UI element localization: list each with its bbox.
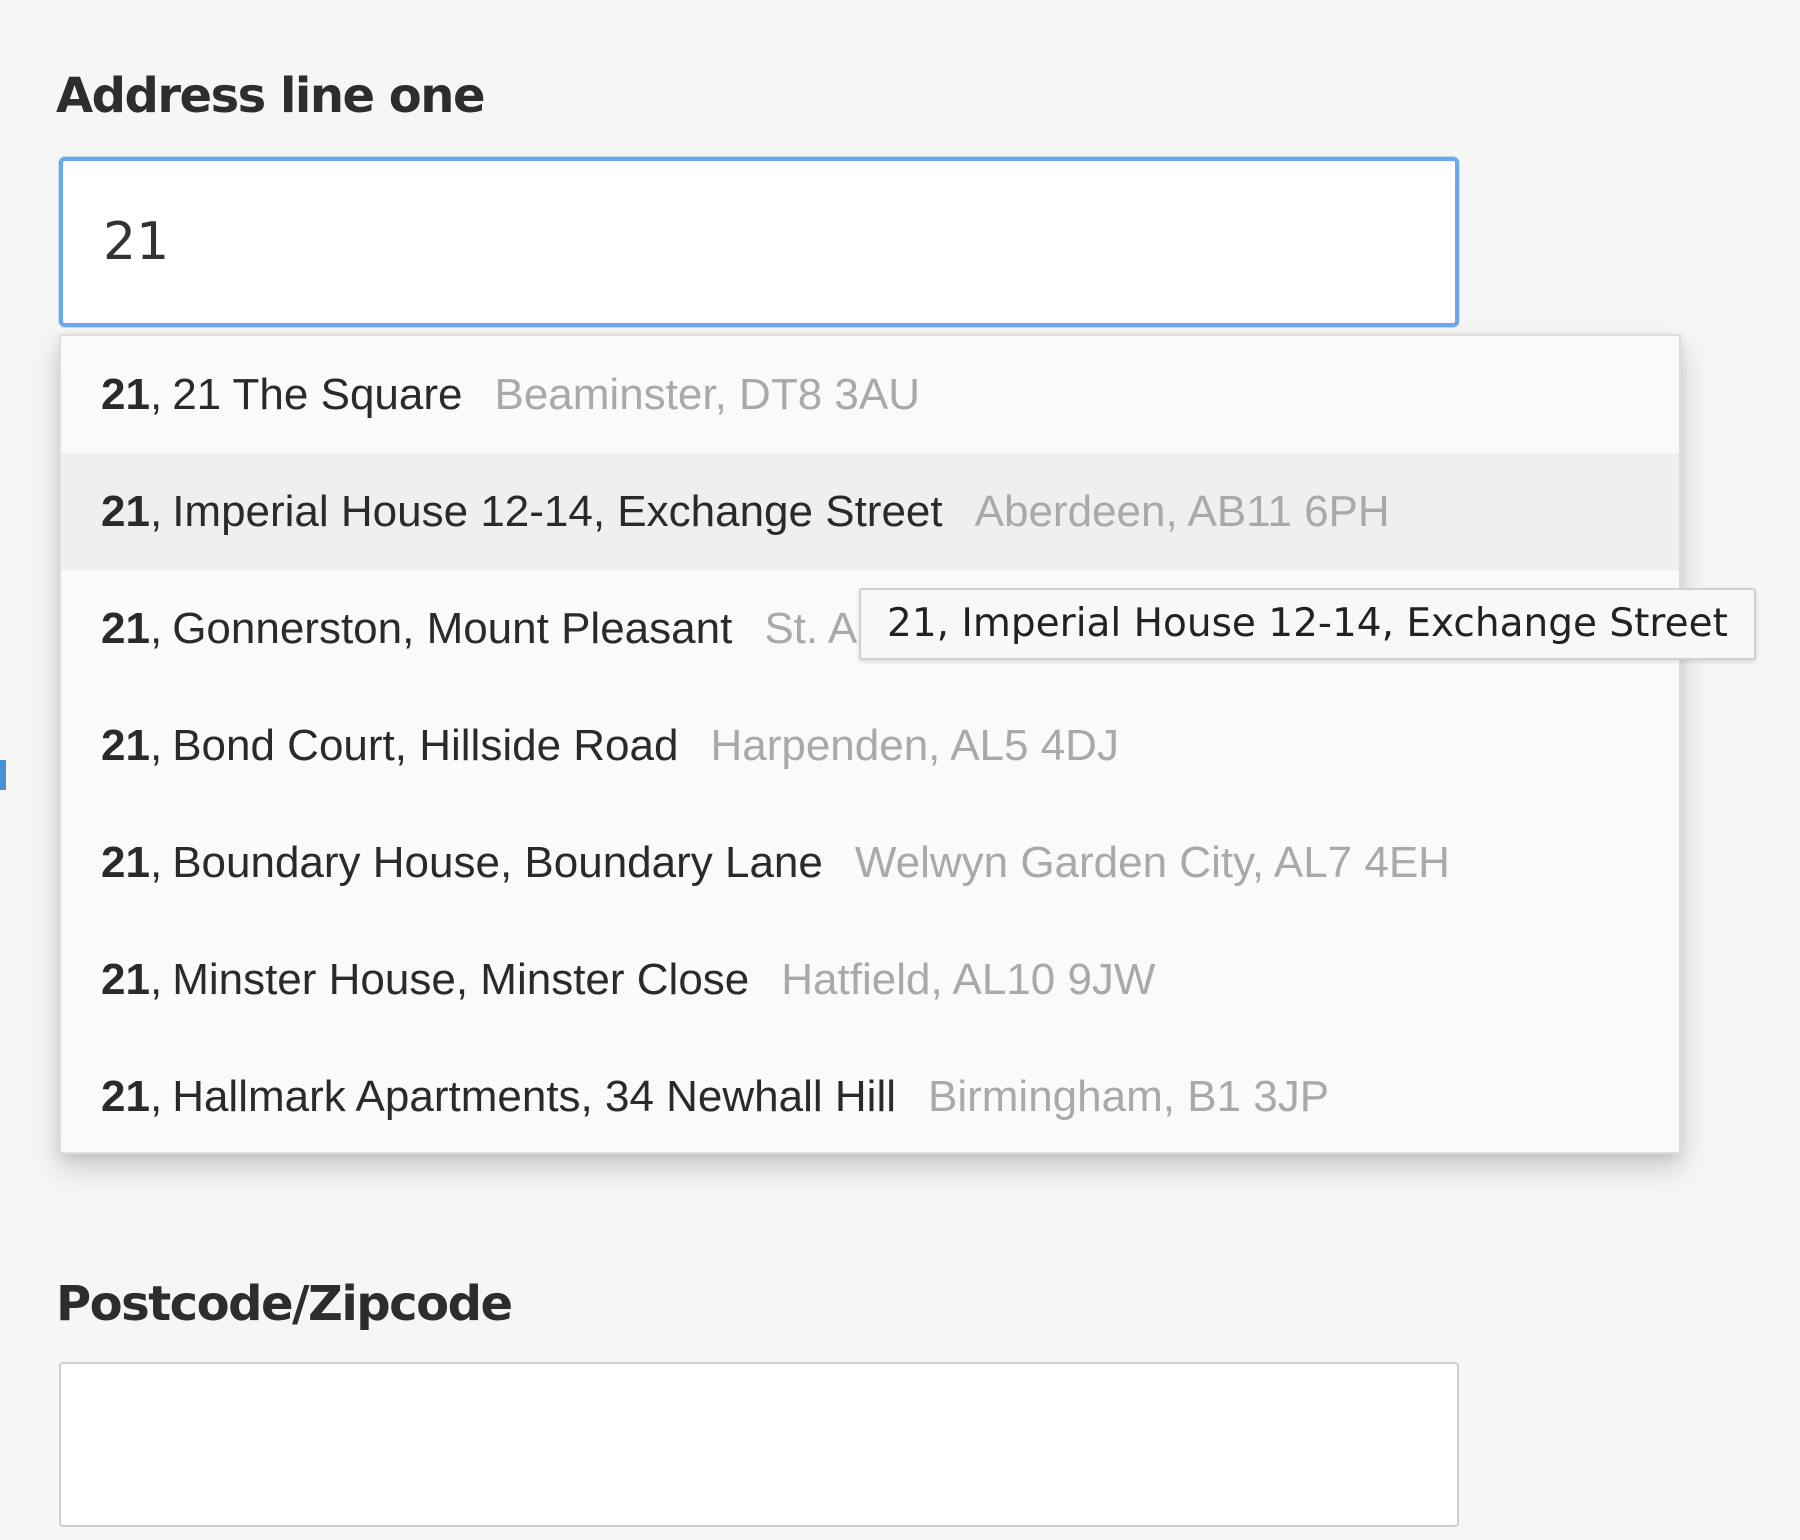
suggestion-locality: Beaminster, DT8 3AU (494, 369, 920, 419)
address-line-one-label: Address line one (56, 68, 486, 124)
address-suggestions-dropdown: 21, 21 The Square Beaminster, DT8 3AU 21, I… (59, 334, 1681, 1154)
suggestion-separator: , (149, 369, 163, 419)
postcode-zipcode-label: Postcode/Zipcode (56, 1276, 513, 1332)
postcode-zipcode-input[interactable] (59, 1362, 1459, 1527)
suggestion-locality: St. A (764, 603, 858, 653)
suggestion-number: 21 (101, 954, 150, 1004)
suggestion-number: 21 (101, 720, 150, 770)
suggestion-number: 21 (101, 1071, 150, 1121)
suggestion-street: Gonnerston, Mount Pleasant (172, 603, 733, 653)
suggestion-separator: , (149, 720, 163, 770)
suggestion-separator: , (149, 486, 163, 536)
focus-marker (0, 760, 6, 790)
suggestion-item[interactable]: 21, Bond Court, Hillside Road Harpenden, A… (61, 687, 1679, 804)
suggestion-number: 21 (101, 369, 150, 419)
suggestion-street: Minster House, Minster Close (172, 954, 750, 1004)
suggestion-tooltip: 21, Imperial House 12-14, Exchange Stree… (859, 588, 1756, 660)
suggestion-separator: , (149, 837, 163, 887)
address-line-one-input[interactable] (59, 157, 1459, 327)
suggestion-number: 21 (101, 837, 150, 887)
suggestion-street: Imperial House 12-14, Exchange Street (172, 486, 943, 536)
suggestion-street: Bond Court, Hillside Road (172, 720, 679, 770)
suggestion-locality: Birmingham, B1 3JP (928, 1071, 1330, 1121)
suggestion-item[interactable]: 21, Boundary House, Boundary Lane Welwyn G… (61, 804, 1679, 921)
suggestion-number: 21 (101, 603, 150, 653)
suggestion-street: Boundary House, Boundary Lane (172, 837, 823, 887)
suggestion-separator: , (149, 954, 163, 1004)
suggestion-street: Hallmark Apartments, 34 Newhall Hill (172, 1071, 896, 1121)
suggestion-street: 21 The Square (172, 369, 463, 419)
suggestion-item-highlighted[interactable]: 21, Imperial House 12-14, Exchange Street… (61, 453, 1679, 570)
suggestion-locality: Aberdeen, AB11 6PH (974, 486, 1390, 536)
suggestion-number: 21 (101, 486, 150, 536)
suggestion-locality: Hatfield, AL10 9JW (781, 954, 1156, 1004)
suggestion-locality: Harpenden, AL5 4DJ (710, 720, 1119, 770)
suggestion-separator: , (149, 603, 163, 653)
suggestion-item[interactable]: 21, Hallmark Apartments, 34 Newhall Hill B… (61, 1038, 1679, 1155)
suggestion-locality: Welwyn Garden City, AL7 4EH (854, 837, 1450, 887)
suggestion-separator: , (149, 1071, 163, 1121)
suggestion-item[interactable]: 21, Minster House, Minster Close Hatfield,… (61, 921, 1679, 1038)
suggestion-item[interactable]: 21, 21 The Square Beaminster, DT8 3AU (61, 336, 1679, 453)
